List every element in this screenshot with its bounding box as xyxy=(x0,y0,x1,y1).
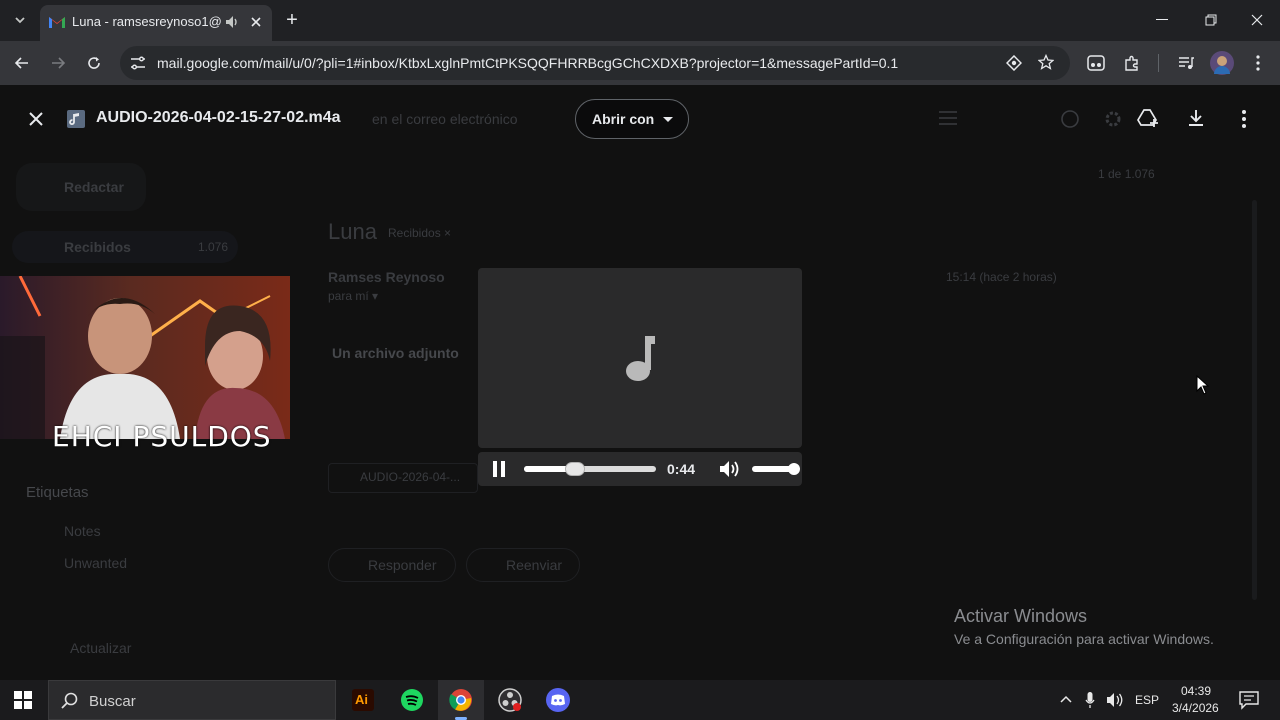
viewer-more-icon[interactable] xyxy=(1241,109,1247,129)
browser-tab[interactable]: Luna - ramsesreynoso1@gmail.com xyxy=(40,5,272,41)
lens-icon[interactable] xyxy=(1006,55,1022,71)
webcam-overlay xyxy=(0,276,290,439)
window-close-button[interactable] xyxy=(1251,14,1263,26)
activation-watermark-title: Activar Windows xyxy=(954,606,1088,626)
tab-audio-playing-icon[interactable] xyxy=(224,14,240,30)
pause-button[interactable] xyxy=(492,461,506,477)
mouse-cursor-icon xyxy=(1196,375,1210,395)
attachment-heading: Un archivo adjunto xyxy=(332,345,459,361)
email-date: 15:14 (hace 2 horas) xyxy=(946,270,1057,284)
microphone-icon[interactable] xyxy=(1085,691,1095,709)
chrome-taskbar-button[interactable] xyxy=(438,680,484,720)
page-scrollbar[interactable] xyxy=(1252,200,1257,600)
obs-icon[interactable] xyxy=(498,688,522,712)
volume-handle[interactable] xyxy=(788,463,800,475)
add-to-drive-icon[interactable] xyxy=(1137,108,1159,128)
chrome-menu-icon[interactable] xyxy=(1246,51,1270,75)
open-with-label: Abrir con xyxy=(592,111,655,127)
illustrator-icon[interactable]: Ai xyxy=(352,689,374,711)
url-text: mail.google.com/mail/u/0/?pli=1#inbox/Kt… xyxy=(157,55,899,71)
spotify-icon[interactable] xyxy=(400,688,424,712)
notifications-icon[interactable] xyxy=(1239,690,1259,710)
discord-icon[interactable] xyxy=(546,688,570,712)
pager: 1 de 1.076 xyxy=(1098,167,1155,181)
gmail-favicon-icon xyxy=(49,15,65,28)
language-indicator[interactable]: ESP xyxy=(1135,693,1159,707)
minimize-button[interactable] xyxy=(1156,19,1168,20)
attachment-name: AUDIO-2026-04-... xyxy=(360,470,461,484)
forward-icon[interactable] xyxy=(46,51,70,75)
audio-player-display xyxy=(478,268,802,448)
tab-title: Luna - ramsesreynoso1@gmail.com xyxy=(72,14,222,29)
music-note-icon xyxy=(624,334,656,382)
update-label[interactable]: Actualizar xyxy=(70,640,131,656)
audio-controls: 0:44 xyxy=(478,452,802,486)
tab-close-icon[interactable] xyxy=(249,15,263,29)
search-icon xyxy=(61,692,79,710)
taskbar-clock-time[interactable]: 04:39 xyxy=(1181,684,1211,698)
tune-icon[interactable] xyxy=(938,109,958,127)
inbox-count: 1.076 xyxy=(198,240,229,254)
current-time: 0:44 xyxy=(667,461,696,477)
reply-label: Responder xyxy=(368,557,437,573)
sender-name: Ramses Reynoso xyxy=(328,269,445,285)
tray-chevron-up-icon[interactable] xyxy=(1060,694,1072,704)
forward-label: Reenviar xyxy=(506,557,563,573)
reading-mode-icon[interactable] xyxy=(1084,51,1108,75)
seek-track[interactable] xyxy=(524,462,656,476)
subject-tag[interactable]: Recibidos × xyxy=(388,226,451,240)
taskbar-search-box[interactable]: Buscar xyxy=(48,680,336,720)
activation-watermark-subtitle: Ve a Configuración para activar Windows. xyxy=(954,631,1214,647)
label-notes[interactable]: Notes xyxy=(64,523,101,539)
viewer-file-name: AUDIO-2026-04-02-15-27-02.m4a xyxy=(96,109,341,126)
webcam-brand-text: EHCI PSULDOS xyxy=(52,420,272,453)
viewer-close-icon[interactable] xyxy=(24,107,48,131)
taskbar: Buscar Ai ESP 04:39 3/4/2026 xyxy=(0,680,1280,720)
volume-icon[interactable] xyxy=(719,460,741,478)
compose-label: Redactar xyxy=(64,179,124,195)
email-subject: Luna xyxy=(328,219,377,244)
toolbar-divider xyxy=(1158,54,1159,72)
tab-bar: Luna - ramsesreynoso1@gmail.com + xyxy=(0,0,1280,41)
profile-avatar[interactable] xyxy=(1210,51,1234,75)
address-bar[interactable]: mail.google.com/mail/u/0/?pli=1#inbox/Kt… xyxy=(120,46,1070,80)
taskbar-search-label: Buscar xyxy=(89,693,136,710)
volume-slider[interactable] xyxy=(752,463,800,475)
restore-button[interactable] xyxy=(1205,14,1217,26)
extensions-icon[interactable] xyxy=(1120,51,1144,75)
settings-gear-icon[interactable] xyxy=(1103,109,1123,129)
seek-handle[interactable] xyxy=(565,462,586,476)
bookmark-star-icon[interactable] xyxy=(1038,54,1054,70)
speaker-icon[interactable] xyxy=(1106,692,1124,708)
audio-file-icon xyxy=(66,109,86,129)
tab-search-dropdown-icon[interactable] xyxy=(8,8,32,32)
labels-heading: Etiquetas xyxy=(26,484,89,501)
search-placeholder: en el correo electrónico xyxy=(372,111,518,127)
browser-toolbar: mail.google.com/mail/u/0/?pli=1#inbox/Kt… xyxy=(0,41,1280,85)
inbox-label: Recibidos xyxy=(64,239,131,255)
open-with-button[interactable]: Abrir con xyxy=(575,99,689,139)
taskbar-clock-date[interactable]: 3/4/2026 xyxy=(1172,701,1219,715)
chevron-down-icon xyxy=(663,117,673,122)
new-tab-button[interactable]: + xyxy=(280,8,304,32)
to-line[interactable]: para mí ▾ xyxy=(328,289,378,303)
back-icon[interactable] xyxy=(10,51,34,75)
media-controls-icon[interactable] xyxy=(1174,51,1198,75)
download-icon[interactable] xyxy=(1186,108,1206,128)
windows-start-icon[interactable] xyxy=(14,691,32,709)
reload-icon[interactable] xyxy=(82,51,106,75)
site-settings-icon[interactable] xyxy=(130,56,146,70)
label-unwanted[interactable]: Unwanted xyxy=(64,555,127,571)
help-icon[interactable] xyxy=(1060,109,1080,129)
